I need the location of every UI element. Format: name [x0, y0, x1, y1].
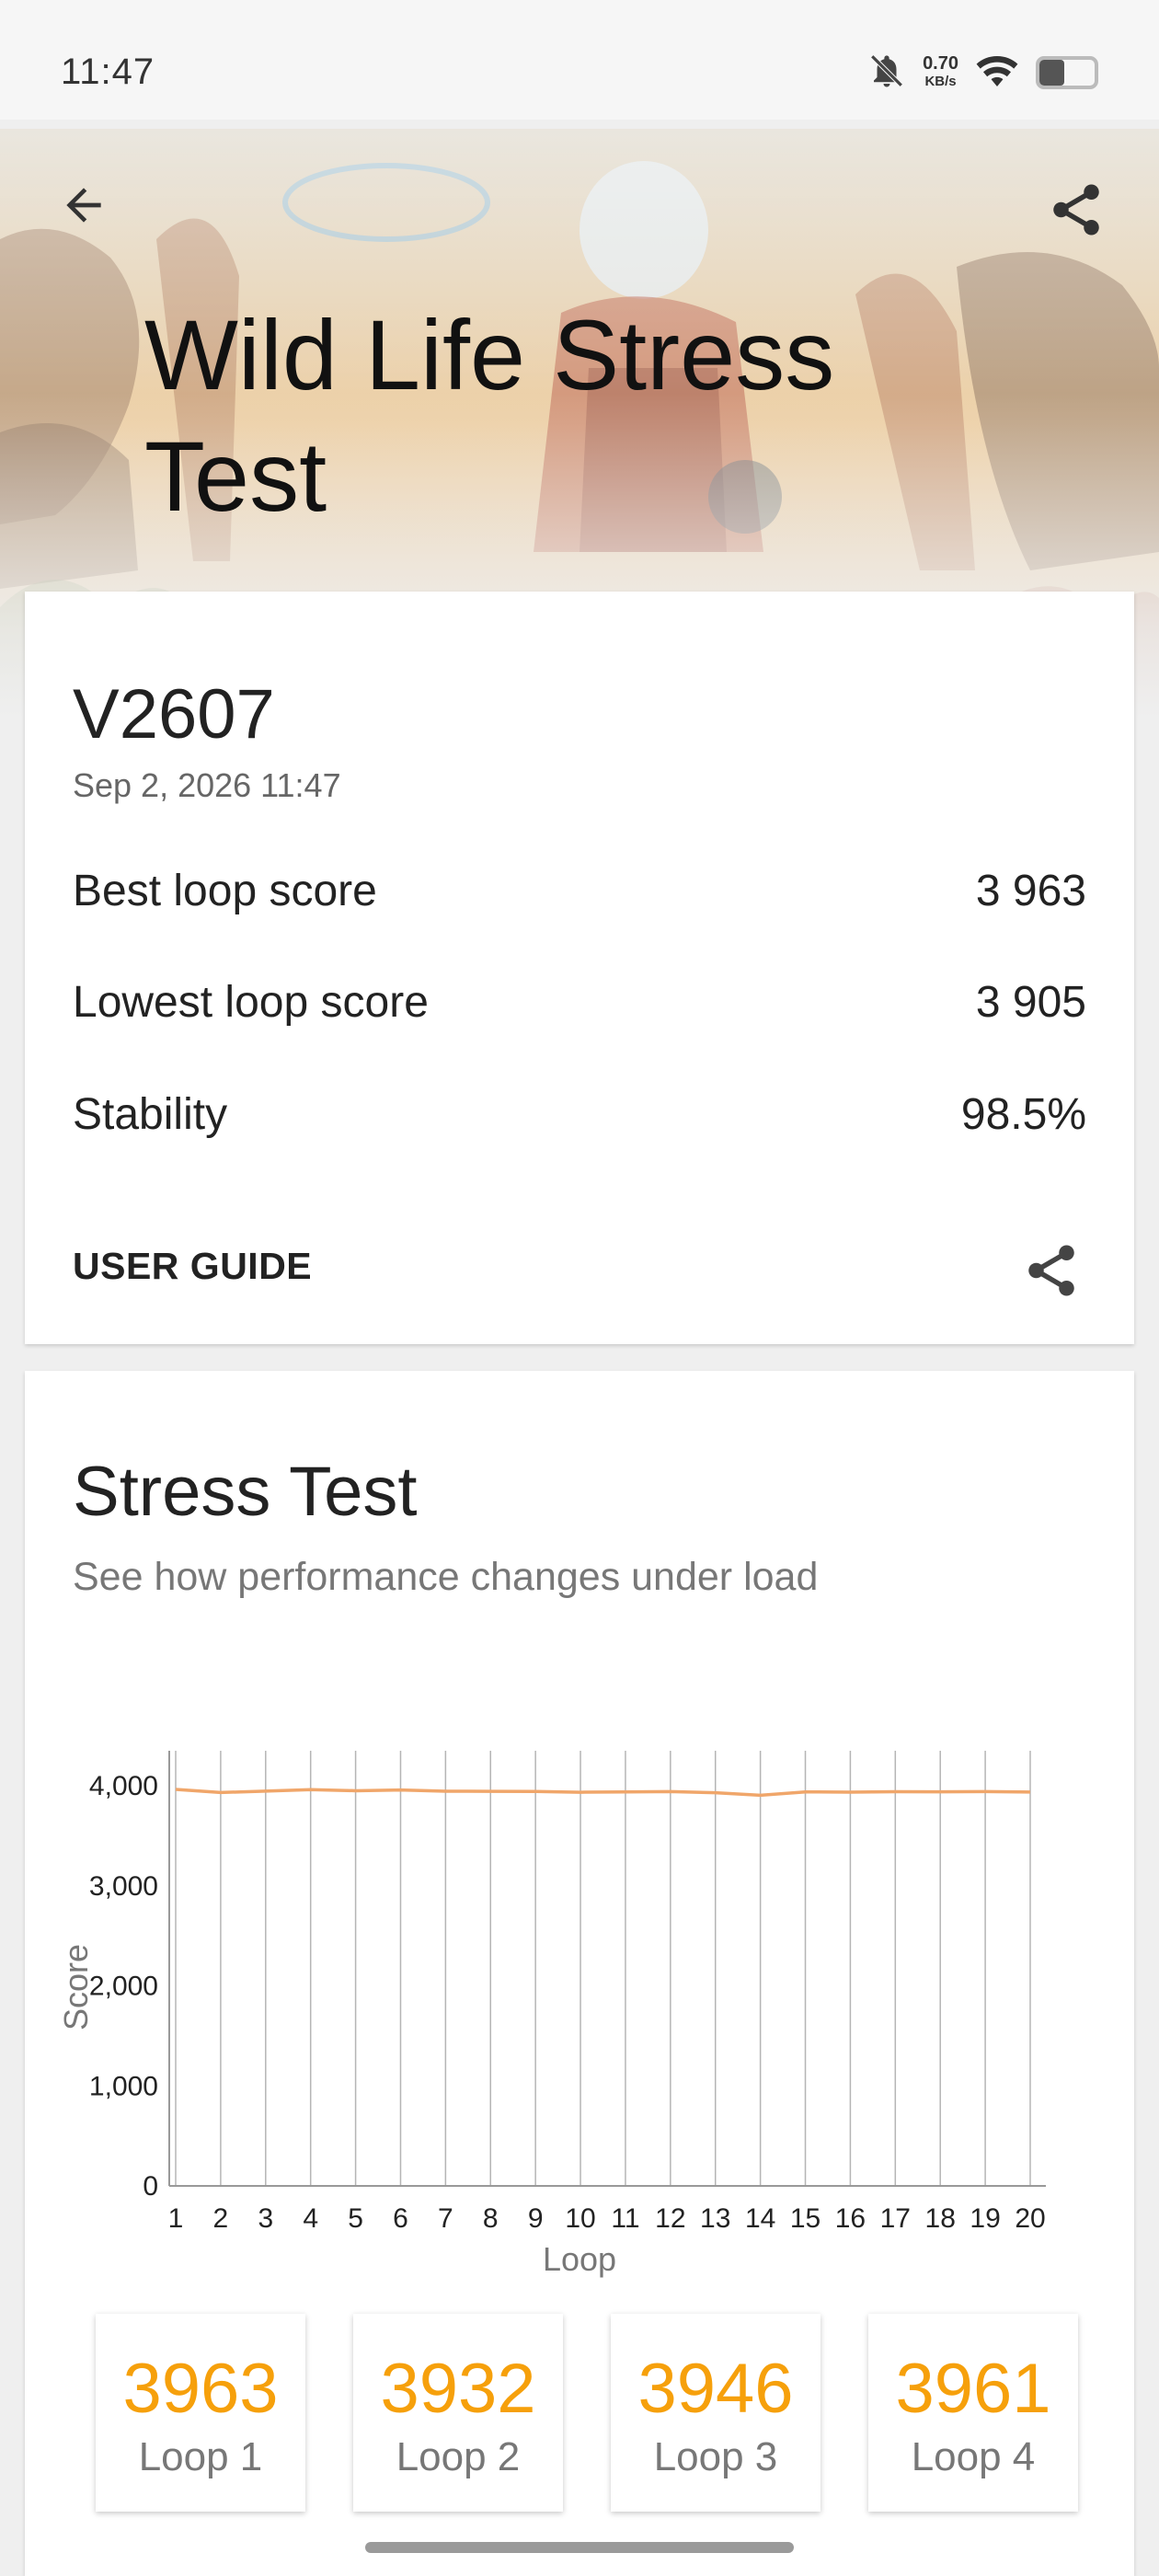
loop-tiles: 3963 Loop 1 3932 Loop 2 3946 Loop 3 3961… [25, 2314, 1134, 2525]
loop-label: Loop 3 [653, 2434, 778, 2479]
stress-chart: 01,0002,0003,0004,0001 2 3 4 5 6 7 8 9 10 11 12 13 14… [57, 1751, 1046, 2278]
y-tick-label: 4,000 [89, 1771, 158, 1801]
loop-score: 3961 [895, 2350, 1051, 2428]
stat-value: 98.5% [960, 1089, 1086, 1139]
loop-tile[interactable]: 3961 Loop 4 [868, 2314, 1078, 2512]
x-tick-label: 9 [528, 2203, 544, 2234]
stat-label: Best loop score [73, 866, 377, 915]
net-speed: 0.70 KB/s [923, 54, 958, 91]
stress-test-card: Stress Test See how performance changes … [25, 1371, 1134, 2576]
x-tick-label: 16 [835, 2203, 866, 2234]
x-axis-title: Loop [543, 2240, 616, 2278]
stat-row-best: Best loop score 3 963 [73, 863, 1086, 918]
stress-title: Stress Test [73, 1453, 418, 1531]
x-tick-label: 10 [565, 2203, 595, 2234]
test-date: Sep 2, 2026 11:47 [73, 766, 341, 804]
wifi-icon [975, 52, 1019, 95]
x-tick-label: 13 [700, 2203, 730, 2234]
x-tick-label: 4 [303, 2203, 318, 2234]
stat-label: Lowest loop score [73, 977, 429, 1027]
loop-tile[interactable]: 3963 Loop 1 [96, 2314, 305, 2512]
x-tick-label: 15 [790, 2203, 820, 2234]
net-speed-value: 0.70 [923, 53, 958, 74]
x-tick-label: 3 [258, 2203, 273, 2234]
stress-subtitle: See how performance changes under load [73, 1555, 819, 1599]
x-tick-label: 18 [925, 2203, 956, 2234]
loop-label: Loop 2 [396, 2434, 521, 2479]
x-tick-label: 14 [745, 2203, 775, 2234]
header-share-button[interactable] [1039, 175, 1113, 248]
back-button[interactable] [52, 175, 116, 239]
y-tick-label: 0 [143, 2171, 158, 2202]
loop-score: 3946 [637, 2350, 794, 2428]
y-tick-label: 2,000 [89, 1972, 158, 2002]
y-tick-label: 1,000 [89, 2071, 158, 2101]
loop-tile[interactable]: 3932 Loop 2 [353, 2314, 563, 2512]
loop-label: Loop 1 [138, 2434, 263, 2479]
x-tick-label: 6 [393, 2203, 408, 2234]
result-share-button[interactable] [1015, 1236, 1088, 1309]
loop-score: 3932 [380, 2350, 536, 2428]
page-title: Wild Life Stress Test [144, 299, 835, 532]
device-name: V2607 [73, 675, 275, 753]
share-icon [1021, 1240, 1082, 1305]
arrow-left-icon [58, 179, 109, 236]
loop-tile[interactable]: 3946 Loop 3 [611, 2314, 820, 2512]
battery-icon [1036, 56, 1098, 89]
score-line [175, 1788, 1031, 1798]
x-tick-label: 19 [970, 2203, 1000, 2234]
home-indicator[interactable] [365, 2542, 794, 2553]
user-guide-link[interactable]: USER GUIDE [73, 1245, 312, 1288]
x-tick-label: 2 [213, 2203, 229, 2234]
status-time: 11:47 [61, 52, 155, 92]
stat-value: 3 905 [975, 977, 1086, 1027]
stat-value: 3 963 [975, 866, 1086, 915]
battery-level [1039, 60, 1064, 86]
stat-row-lowest: Lowest loop score 3 905 [73, 974, 1086, 1029]
x-tick-label: 7 [438, 2203, 453, 2234]
x-tick-label: 1 [168, 2203, 184, 2234]
stat-label: Stability [73, 1089, 228, 1139]
loop-score: 3963 [122, 2350, 279, 2428]
x-tick-label: 12 [655, 2203, 685, 2234]
y-axis-title: Score [57, 1944, 95, 2030]
x-tick-label: 5 [348, 2203, 363, 2234]
share-icon [1046, 179, 1107, 245]
x-tick-label: 20 [1015, 2203, 1045, 2234]
y-tick-label: 3,000 [89, 1871, 158, 1902]
x-tick-label: 17 [880, 2203, 911, 2234]
status-bar: 11:47 0.70 KB/s [0, 0, 1159, 120]
x-tick-label: 8 [483, 2203, 499, 2234]
loop-label: Loop 4 [911, 2434, 1036, 2479]
status-icons: 0.70 KB/s [867, 50, 1098, 96]
bell-muted-icon [867, 52, 906, 95]
net-speed-unit: KB/s [924, 74, 957, 89]
stat-row-stability: Stability 98.5% [73, 1087, 1086, 1142]
x-tick-label: 11 [611, 2203, 639, 2234]
result-card: V2607 Sep 2, 2026 11:47 Best loop score … [25, 592, 1134, 1344]
